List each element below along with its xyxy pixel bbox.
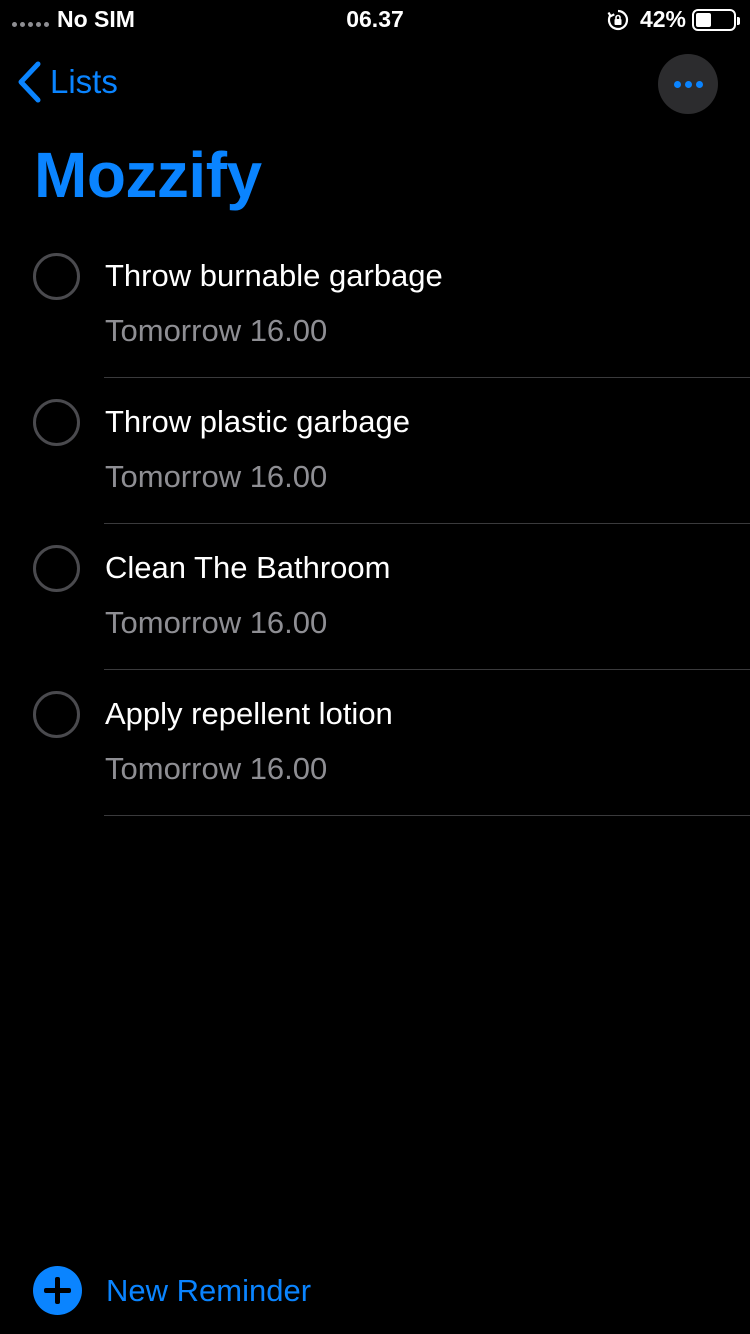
complete-checkbox[interactable] <box>33 253 80 300</box>
reminders-list: Throw burnable garbage Tomorrow 16.00 Th… <box>0 232 750 816</box>
list-item[interactable]: Apply repellent lotion Tomorrow 16.00 <box>0 670 750 816</box>
rotation-lock-icon <box>606 8 630 32</box>
reminder-due-date: Tomorrow 16.00 <box>105 459 328 494</box>
reminder-title[interactable]: Throw burnable garbage <box>105 258 443 294</box>
new-reminder-label: New Reminder <box>106 1272 312 1308</box>
list-item[interactable]: Clean The Bathroom Tomorrow 16.00 <box>0 524 750 670</box>
back-button[interactable]: Lists <box>16 60 118 104</box>
complete-checkbox[interactable] <box>33 399 80 446</box>
reminder-title[interactable]: Clean The Bathroom <box>105 550 390 586</box>
reminder-title[interactable]: Apply repellent lotion <box>105 696 393 732</box>
battery-percent: 42% <box>639 6 686 32</box>
chevron-left-icon <box>16 60 42 104</box>
complete-checkbox[interactable] <box>33 545 80 592</box>
divider <box>104 815 750 816</box>
complete-checkbox[interactable] <box>33 691 80 738</box>
new-reminder-button[interactable]: New Reminder <box>33 1266 311 1315</box>
reminder-due-date: Tomorrow 16.00 <box>105 313 328 348</box>
ellipsis-icon <box>673 80 681 88</box>
reminders-screen: No SIM 06.37 42% Lists Mozzify Throw bur… <box>0 0 750 1334</box>
reminder-title[interactable]: Throw plastic garbage <box>105 404 410 440</box>
reminder-due-date: Tomorrow 16.00 <box>105 605 328 640</box>
back-label: Lists <box>50 63 118 100</box>
reminder-due-date: Tomorrow 16.00 <box>105 751 328 786</box>
plus-circle-icon <box>33 1266 82 1315</box>
more-options-button[interactable] <box>658 54 718 114</box>
list-item[interactable]: Throw plastic garbage Tomorrow 16.00 <box>0 378 750 524</box>
list-item[interactable]: Throw burnable garbage Tomorrow 16.00 <box>0 232 750 378</box>
page-title: Mozzify <box>34 139 262 211</box>
status-right: 42% <box>606 6 740 33</box>
battery-icon <box>692 8 740 31</box>
status-bar: No SIM 06.37 42% <box>0 0 750 40</box>
battery-fill <box>696 12 712 27</box>
